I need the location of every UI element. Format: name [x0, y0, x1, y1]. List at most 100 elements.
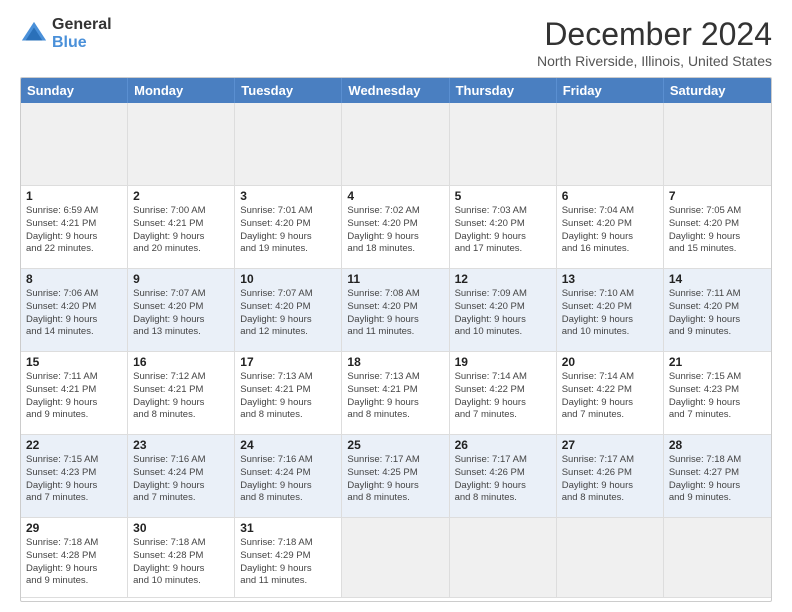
logo: General Blue — [20, 16, 112, 51]
day-number: 13 — [562, 272, 658, 286]
calendar-cell-empty — [450, 103, 557, 186]
calendar-cell-25: 25 Sunrise: 7:17 AM Sunset: 4:25 PM Dayli… — [342, 435, 449, 518]
day-number: 9 — [133, 272, 229, 286]
cell-info: Sunrise: 7:14 AM Sunset: 4:22 PM Dayligh… — [562, 371, 658, 422]
calendar-cell-empty — [557, 518, 664, 598]
calendar-cell-19: 19Sunrise: 7:14 AM Sunset: 4:22 PM Dayli… — [450, 352, 557, 435]
cell-info: Sunrise: 7:13 AM Sunset: 4:21 PM Dayligh… — [347, 371, 443, 422]
day-number: 20 — [562, 355, 658, 369]
day-number: 19 — [455, 355, 551, 369]
calendar-cell-3: 3Sunrise: 7:01 AM Sunset: 4:20 PM Daylig… — [235, 186, 342, 269]
day-number: 31 — [240, 521, 336, 535]
cell-info: Sunrise: 7:16 AM Sunset: 4:24 PM Dayligh… — [240, 454, 336, 505]
header: General Blue December 2024 North Riversi… — [20, 16, 772, 69]
subtitle: North Riverside, Illinois, United States — [537, 53, 772, 69]
day-number: 2 — [133, 189, 229, 203]
day-number: 26 — [455, 438, 551, 452]
cell-info: Sunrise: 7:13 AM Sunset: 4:21 PM Dayligh… — [240, 371, 336, 422]
day-number: 11 — [347, 272, 443, 286]
logo-text-blue: Blue — [52, 34, 112, 52]
cell-info: Sunrise: 7:09 AM Sunset: 4:20 PM Dayligh… — [455, 288, 551, 339]
header-day-tuesday: Tuesday — [235, 78, 342, 103]
day-number: 25 — [347, 438, 443, 452]
day-number: 14 — [669, 272, 766, 286]
day-number: 16 — [133, 355, 229, 369]
cell-info: Sunrise: 7:00 AM Sunset: 4:21 PM Dayligh… — [133, 205, 229, 256]
cell-info: Sunrise: 7:16 AM Sunset: 4:24 PM Dayligh… — [133, 454, 229, 505]
title-block: December 2024 North Riverside, Illinois,… — [537, 16, 772, 69]
cell-info: Sunrise: 7:15 AM Sunset: 4:23 PM Dayligh… — [669, 371, 766, 422]
calendar-cell-7: 7 Sunrise: 7:05 AM Sunset: 4:20 PM Daylig… — [664, 186, 771, 269]
cell-info: Sunrise: 7:08 AM Sunset: 4:20 PM Dayligh… — [347, 288, 443, 339]
calendar-cell-29: 29Sunrise: 7:18 AM Sunset: 4:28 PM Dayli… — [21, 518, 128, 598]
day-number: 23 — [133, 438, 229, 452]
cell-info: Sunrise: 7:04 AM Sunset: 4:20 PM Dayligh… — [562, 205, 658, 256]
page: General Blue December 2024 North Riversi… — [0, 0, 792, 612]
day-number: 1 — [26, 189, 122, 203]
day-number: 7 — [669, 189, 766, 203]
calendar-cell-5: 5Sunrise: 7:03 AM Sunset: 4:20 PM Daylig… — [450, 186, 557, 269]
day-number: 30 — [133, 521, 229, 535]
cell-info: Sunrise: 7:17 AM Sunset: 4:25 PM Dayligh… — [347, 454, 443, 505]
calendar-cell-24: 24 Sunrise: 7:16 AM Sunset: 4:24 PM Dayli… — [235, 435, 342, 518]
day-number: 10 — [240, 272, 336, 286]
cell-info: Sunrise: 7:10 AM Sunset: 4:20 PM Dayligh… — [562, 288, 658, 339]
calendar-cell-20: 20 Sunrise: 7:14 AM Sunset: 4:22 PM Dayli… — [557, 352, 664, 435]
calendar-cell-11: 11 Sunrise: 7:08 AM Sunset: 4:20 PM Dayli… — [342, 269, 449, 352]
cell-info: Sunrise: 7:17 AM Sunset: 4:26 PM Dayligh… — [562, 454, 658, 505]
cell-info: Sunrise: 7:06 AM Sunset: 4:20 PM Dayligh… — [26, 288, 122, 339]
calendar-cell-27: 27 Sunrise: 7:17 AM Sunset: 4:26 PM Dayli… — [557, 435, 664, 518]
calendar-cell-10: 10 Sunrise: 7:07 AM Sunset: 4:20 PM Dayli… — [235, 269, 342, 352]
calendar-cell-empty — [235, 103, 342, 186]
calendar-cell-empty — [342, 518, 449, 598]
logo-text-general: General — [52, 16, 112, 34]
calendar-body: 1 Sunrise: 6:59 AM Sunset: 4:21 PM Daylig… — [21, 103, 771, 598]
calendar-header: SundayMondayTuesdayWednesdayThursdayFrid… — [21, 78, 771, 103]
calendar-cell-13: 13 Sunrise: 7:10 AM Sunset: 4:20 PM Dayli… — [557, 269, 664, 352]
calendar: SundayMondayTuesdayWednesdayThursdayFrid… — [20, 77, 772, 602]
cell-info: Sunrise: 7:12 AM Sunset: 4:21 PM Dayligh… — [133, 371, 229, 422]
day-number: 27 — [562, 438, 658, 452]
cell-info: Sunrise: 7:02 AM Sunset: 4:20 PM Dayligh… — [347, 205, 443, 256]
calendar-cell-26: 26 Sunrise: 7:17 AM Sunset: 4:26 PM Dayli… — [450, 435, 557, 518]
cell-info: Sunrise: 7:11 AM Sunset: 4:20 PM Dayligh… — [669, 288, 766, 339]
cell-info: Sunrise: 7:03 AM Sunset: 4:20 PM Dayligh… — [455, 205, 551, 256]
cell-info: Sunrise: 7:17 AM Sunset: 4:26 PM Dayligh… — [455, 454, 551, 505]
cell-info: Sunrise: 6:59 AM Sunset: 4:21 PM Dayligh… — [26, 205, 122, 256]
day-number: 15 — [26, 355, 122, 369]
cell-info: Sunrise: 7:05 AM Sunset: 4:20 PM Dayligh… — [669, 205, 766, 256]
calendar-cell-12: 12Sunrise: 7:09 AM Sunset: 4:20 PM Dayli… — [450, 269, 557, 352]
calendar-cell-empty — [342, 103, 449, 186]
day-number: 21 — [669, 355, 766, 369]
day-number: 4 — [347, 189, 443, 203]
calendar-cell-16: 16 Sunrise: 7:12 AM Sunset: 4:21 PM Dayli… — [128, 352, 235, 435]
day-number: 22 — [26, 438, 122, 452]
cell-info: Sunrise: 7:07 AM Sunset: 4:20 PM Dayligh… — [240, 288, 336, 339]
day-number: 18 — [347, 355, 443, 369]
cell-info: Sunrise: 7:18 AM Sunset: 4:28 PM Dayligh… — [133, 537, 229, 588]
calendar-cell-28: 28Sunrise: 7:18 AM Sunset: 4:27 PM Dayli… — [664, 435, 771, 518]
day-number: 8 — [26, 272, 122, 286]
calendar-cell-30: 30 Sunrise: 7:18 AM Sunset: 4:28 PM Dayli… — [128, 518, 235, 598]
header-day-monday: Monday — [128, 78, 235, 103]
calendar-cell-empty — [21, 103, 128, 186]
calendar-cell-15: 15 Sunrise: 7:11 AM Sunset: 4:21 PM Dayli… — [21, 352, 128, 435]
main-title: December 2024 — [537, 16, 772, 53]
calendar-cell-8: 8 Sunrise: 7:06 AM Sunset: 4:20 PM Daylig… — [21, 269, 128, 352]
header-day-saturday: Saturday — [664, 78, 771, 103]
cell-info: Sunrise: 7:18 AM Sunset: 4:28 PM Dayligh… — [26, 537, 122, 588]
day-number: 28 — [669, 438, 766, 452]
calendar-cell-empty — [664, 103, 771, 186]
cell-info: Sunrise: 7:11 AM Sunset: 4:21 PM Dayligh… — [26, 371, 122, 422]
calendar-cell-21: 21 Sunrise: 7:15 AM Sunset: 4:23 PM Dayli… — [664, 352, 771, 435]
calendar-cell-empty — [557, 103, 664, 186]
day-number: 24 — [240, 438, 336, 452]
calendar-cell-17: 17 Sunrise: 7:13 AM Sunset: 4:21 PM Dayli… — [235, 352, 342, 435]
day-number: 3 — [240, 189, 336, 203]
cell-info: Sunrise: 7:15 AM Sunset: 4:23 PM Dayligh… — [26, 454, 122, 505]
calendar-cell-empty — [128, 103, 235, 186]
calendar-cell-23: 23 Sunrise: 7:16 AM Sunset: 4:24 PM Dayli… — [128, 435, 235, 518]
calendar-cell-2: 2 Sunrise: 7:00 AM Sunset: 4:21 PM Daylig… — [128, 186, 235, 269]
day-number: 17 — [240, 355, 336, 369]
logo-icon — [20, 20, 48, 48]
